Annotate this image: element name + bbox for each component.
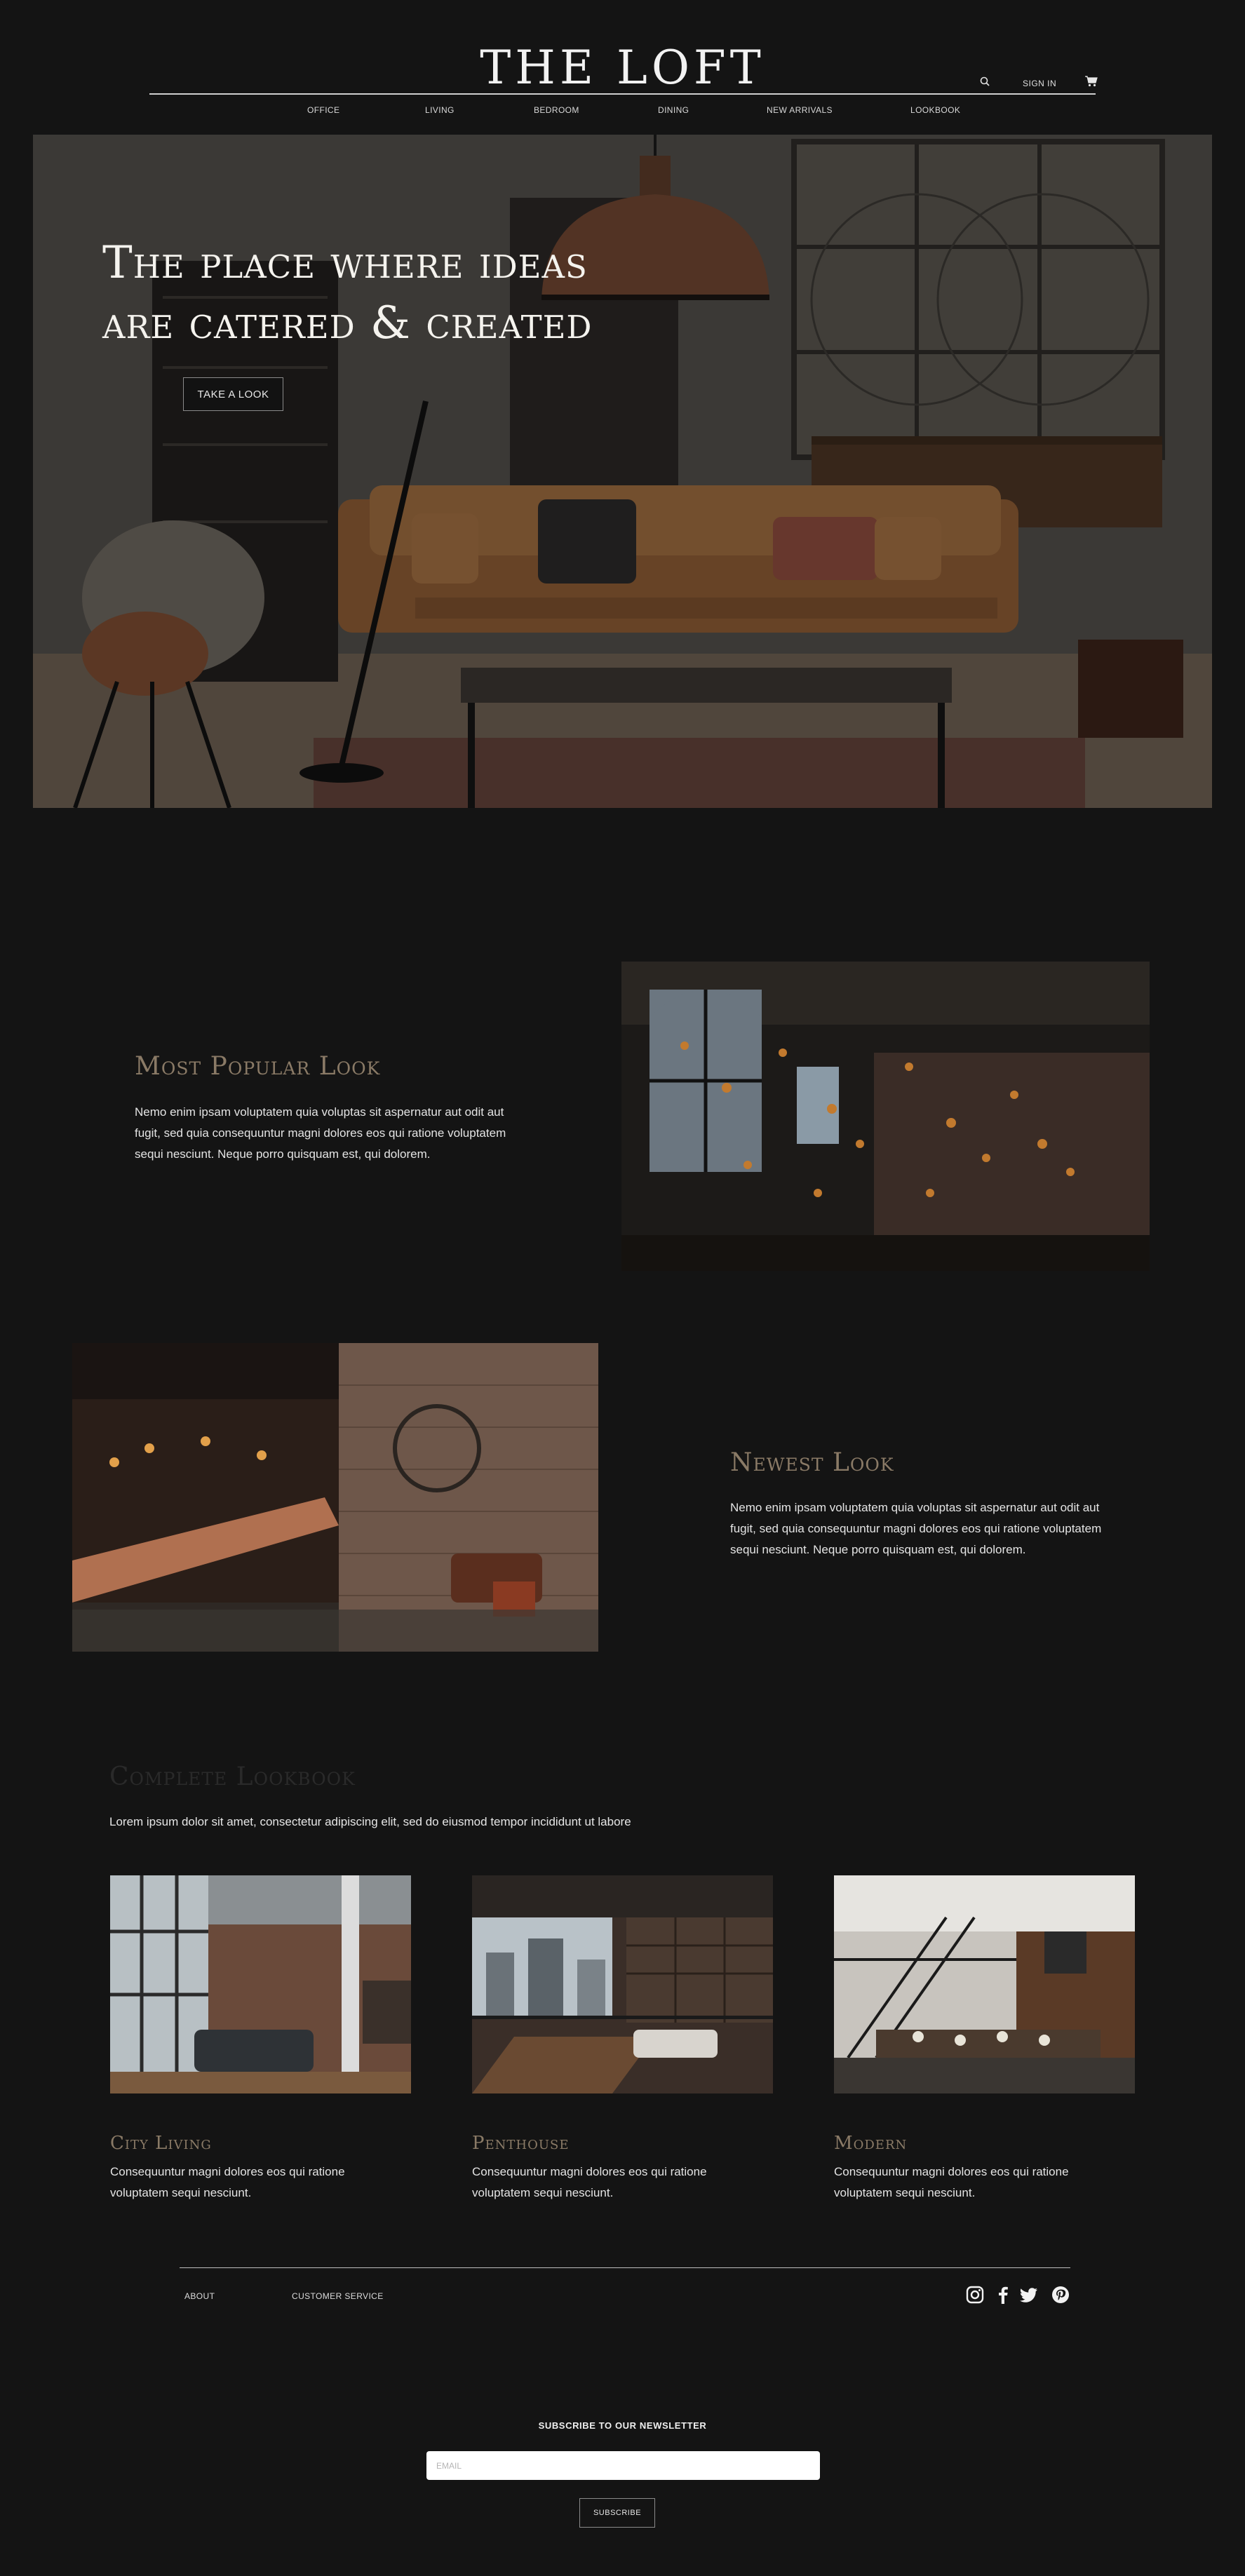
subscribe-button[interactable]: SUBSCRIBE [579,2498,655,2528]
newest-look-photo [72,1343,598,1652]
email-field[interactable] [426,2451,820,2480]
modern-text: Consequuntur magni dolores eos qui ratio… [834,2165,1069,2199]
footer-customer-service-link[interactable]: CUSTOMER SERVICE [292,2291,384,2301]
nav-bedroom[interactable]: BEDROOM [534,105,579,115]
penthouse-title[interactable]: Penthouse [472,2133,569,2154]
popular-text: Nemo enim ipsam voluptatem quia voluptas… [135,1105,506,1161]
penthouse-image[interactable] [472,1875,773,2093]
take-a-look-button[interactable]: TAKE A LOOK [183,377,283,411]
newest-text: Nemo enim ipsam voluptatem quia voluptas… [730,1501,1102,1556]
hero-heading-line-2: are catered & created [102,297,593,349]
modern-photo [834,1875,1135,2093]
pinterest-icon[interactable] [1051,2285,1070,2305]
city-living-image[interactable] [110,1875,411,2093]
nav-new-arrivals[interactable]: NEW ARRIVALS [767,105,833,115]
newest-title: Newest Look [730,1448,894,1477]
nav-dining[interactable]: DINING [658,105,689,115]
popular-look-photo [621,962,1150,1271]
nav-lookbook[interactable]: LOOKBOOK [910,105,960,115]
modern-title[interactable]: Modern [834,2133,907,2154]
city-living-title[interactable]: City Living [110,2133,212,2154]
newest-look-image[interactable] [72,1343,598,1652]
facebook-icon[interactable] [993,2285,1013,2305]
header-divider [149,93,1096,95]
newsletter-title: SUBSCRIBE TO OUR NEWSLETTER [538,2420,707,2431]
hero-heading-line-1: The place where ideas [102,237,588,289]
city-living-text: Consequuntur magni dolores eos qui ratio… [110,2165,345,2199]
penthouse-photo [472,1875,773,2093]
search-icon[interactable] [979,76,992,88]
twitter-icon[interactable] [1019,2285,1039,2305]
cart-icon[interactable] [1084,75,1098,88]
penthouse-text: Consequuntur magni dolores eos qui ratio… [472,2165,707,2199]
instagram-icon[interactable] [965,2285,985,2305]
lookbook-title: Complete Lookbook [109,1762,356,1791]
footer-divider [180,2267,1070,2268]
popular-look-image[interactable] [621,962,1150,1271]
nav-living[interactable]: LIVING [425,105,455,115]
site-logo[interactable]: THE LOFT [0,41,1245,95]
lookbook-subtitle: Lorem ipsum dolor sit amet, consectetur … [109,1815,631,1828]
nav-office[interactable]: OFFICE [307,105,339,115]
popular-title: Most Popular Look [135,1052,381,1081]
city-living-photo [110,1875,411,2093]
hero-heading: The place where ideas are catered & crea… [102,233,734,353]
sign-in-link[interactable]: SIGN IN [1023,79,1056,88]
modern-image[interactable] [834,1875,1135,2093]
footer-about-link[interactable]: ABOUT [184,2291,215,2301]
